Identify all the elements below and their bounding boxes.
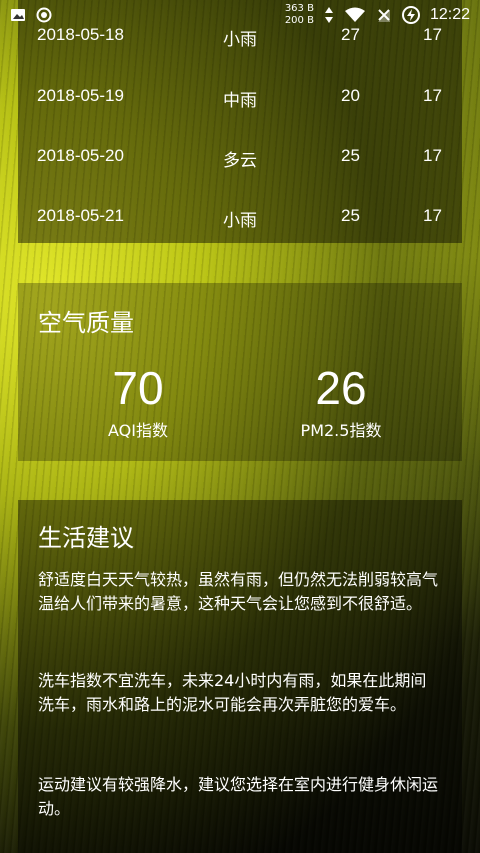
- forecast-weather: 多云: [223, 151, 257, 170]
- forecast-date: 2018-05-20: [37, 146, 124, 165]
- arrows-icon: [324, 7, 334, 23]
- pm25-metric: 26 PM2.5指数: [281, 361, 401, 441]
- comfort-suggestion: 舒适度白天天气较热，虽然有雨，但仍然无法削弱较高气温给人们带来的暑意，这种天气会…: [38, 570, 439, 613]
- air-quality-title: 空气质量: [38, 309, 134, 337]
- forecast-max-temp: 25: [341, 206, 360, 225]
- forecast-weather: 中雨: [223, 91, 257, 110]
- image-icon: [10, 7, 26, 23]
- network-speed: 363 B 200 B: [285, 3, 314, 27]
- forecast-row: 2018-05-20 多云 25 17: [18, 141, 462, 171]
- no-sim-icon: [376, 7, 392, 23]
- pm25-value: 26: [315, 362, 367, 414]
- air-quality-card: 空气质量 70 AQI指数 26 PM2.5指数: [18, 283, 462, 461]
- record-icon: [36, 7, 52, 23]
- download-speed: 200 B: [284, 15, 314, 26]
- upload-speed: 363 B: [284, 3, 314, 14]
- forecast-date: 2018-05-21: [37, 206, 124, 225]
- forecast-max-temp: 20: [341, 86, 360, 105]
- forecast-min-temp: 17: [423, 86, 442, 105]
- sport-suggestion: 运动建议有较强降水，建议您选择在室内进行健身休闲运动。: [38, 775, 439, 818]
- forecast-row: 2018-05-21 小雨 25 17: [18, 201, 462, 231]
- status-bar: 363 B 200 B 12:22: [0, 0, 480, 30]
- forecast-list: 2018-05-18 小雨 27 17 2018-05-19 中雨 20 17 …: [18, 0, 462, 243]
- aqi-value: 70: [112, 362, 164, 414]
- forecast-date: 2018-05-19: [37, 86, 124, 105]
- car-wash-suggestion: 洗车指数不宜洗车，未来24小时内有雨，如果在此期间洗车，雨水和路上的泥水可能会再…: [38, 671, 427, 714]
- forecast-row: 2018-05-19 中雨 20 17: [18, 81, 462, 111]
- life-suggestions-card: 生活建议 舒适度白天天气较热，虽然有雨，但仍然无法削弱较高气温给人们带来的暑意，…: [18, 500, 462, 853]
- forecast-max-temp: 25: [341, 146, 360, 165]
- forecast-weather: 小雨: [223, 211, 257, 230]
- wifi-icon: [344, 7, 366, 23]
- battery-charging-icon: [401, 6, 420, 24]
- aqi-metric: 70 AQI指数: [78, 361, 198, 441]
- suggestions-title: 生活建议: [38, 524, 134, 552]
- pm25-label: PM2.5指数: [300, 421, 382, 440]
- forecast-min-temp: 17: [423, 206, 442, 225]
- clock: 12:22: [429, 6, 470, 23]
- forecast-min-temp: 17: [423, 146, 442, 165]
- aqi-label: AQI指数: [108, 421, 168, 440]
